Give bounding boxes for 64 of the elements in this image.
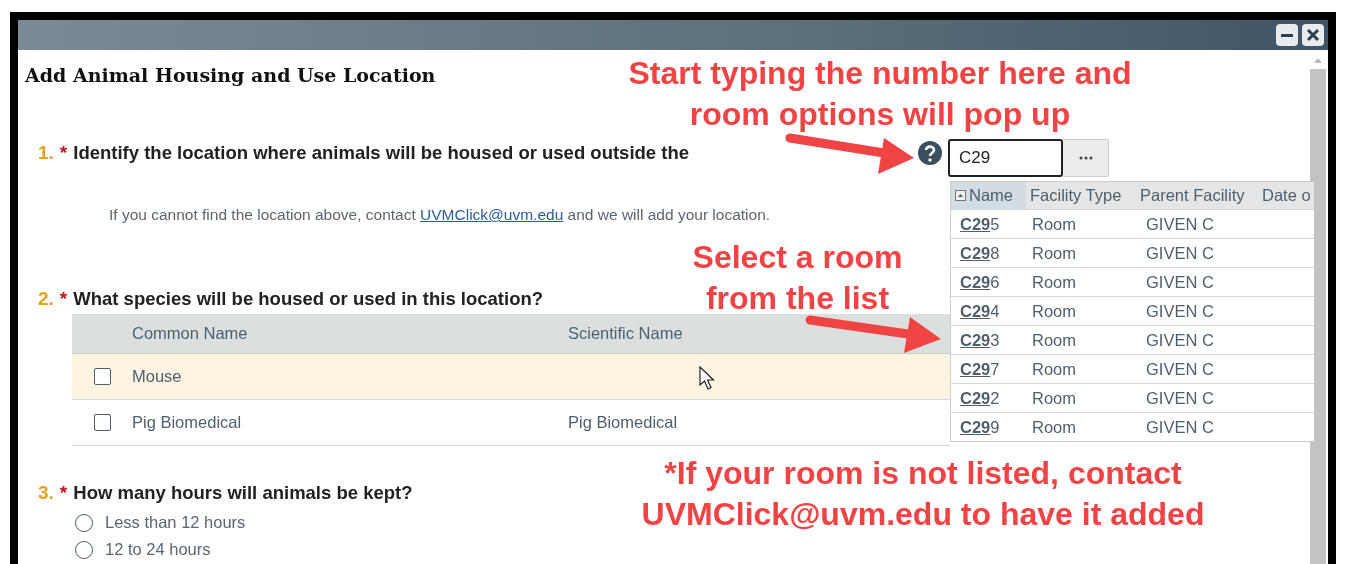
column-header: Common Name: [132, 324, 248, 343]
table-cell-text: GIVEN C: [1145, 359, 1215, 379]
table-cell-text: GIVEN C: [1145, 214, 1215, 234]
table-cell-text: GIVEN C: [1145, 272, 1215, 292]
required-mark: *: [59, 482, 68, 504]
column-header: Scientific Name: [568, 324, 683, 343]
table-cell-text: GIVEN C: [1145, 330, 1215, 350]
checkbox[interactable]: [94, 368, 111, 385]
column-label: Name: [969, 186, 1013, 205]
option-label: 12 to 24 hours: [105, 540, 211, 559]
room-link[interactable]: C292: [951, 388, 1026, 408]
room-link[interactable]: C299: [951, 417, 1026, 437]
email-link[interactable]: UVMClick@uvm.edu: [420, 206, 564, 223]
dialog-heading: Add Animal Housing and Use Location: [25, 64, 436, 88]
radio-button[interactable]: [75, 540, 93, 559]
table-cell-text: Room: [1031, 301, 1077, 321]
room-link[interactable]: C294: [951, 301, 1026, 321]
mouse-pointer-icon: [699, 366, 717, 392]
room-link[interactable]: C295: [951, 214, 1026, 234]
annotation-text: Select a room from the list: [691, 238, 904, 318]
table-cell-text: Room: [1031, 243, 1077, 263]
radio-button[interactable]: [75, 513, 93, 532]
table-cell: Mouse: [132, 367, 182, 386]
question-number: 3.: [38, 482, 54, 504]
option-label: Less than 12 hours: [105, 513, 246, 532]
table-cell-text: Room: [1031, 359, 1077, 379]
column-header[interactable]: Name: [951, 182, 1026, 209]
sort-icon: [955, 190, 966, 201]
table-cell-text: GIVEN C: [1145, 301, 1215, 321]
table-cell: Pig Biomedical: [568, 413, 678, 432]
ellipsis-icon: [1078, 156, 1093, 160]
question-text: Identify the location where animals will be housed or used outside the: [73, 142, 689, 164]
table-cell: Pig Biomedical: [132, 413, 242, 432]
question-text: How many hours will animals be kept?: [73, 482, 413, 504]
help-icon[interactable]: [917, 140, 943, 166]
annotation-text: Start typing the number here and room options will pop up: [627, 54, 1133, 134]
room-link[interactable]: C297: [951, 359, 1026, 379]
question-text: What species will be housed or used in this location?: [73, 288, 544, 310]
column-header[interactable]: Facility Type: [1026, 186, 1136, 205]
question-number: 2.: [38, 288, 54, 310]
column-header[interactable]: Parent Facility: [1136, 186, 1258, 205]
close-icon: [1306, 28, 1320, 42]
room-link[interactable]: C298: [951, 243, 1026, 263]
table-row[interactable]: Mouse: [72, 354, 950, 400]
room-link[interactable]: C296: [951, 272, 1026, 292]
table-cell-text: GIVEN C: [1145, 417, 1215, 437]
table-cell-text: GIVEN C: [1145, 388, 1215, 408]
table-row[interactable]: Pig Biomedical Pig Biomedical: [72, 400, 950, 446]
annotation-text: *If your room is not listed, contact UVMClick@uvm.edu to have it added: [640, 454, 1206, 534]
minimize-button[interactable]: [1276, 24, 1298, 46]
table-cell-text: Room: [1031, 417, 1077, 437]
question-number: 1.: [38, 142, 54, 164]
table-cell-text: Room: [1031, 330, 1077, 350]
column-header[interactable]: Date o: [1258, 186, 1311, 205]
room-link[interactable]: C293: [951, 330, 1026, 350]
table-cell-text: Room: [1031, 272, 1077, 292]
table-cell-text: GIVEN C: [1145, 243, 1215, 263]
table-cell-text: Room: [1031, 388, 1077, 408]
table-cell-text: Room: [1031, 214, 1077, 234]
required-mark: *: [59, 142, 68, 164]
location-input[interactable]: C29: [948, 139, 1063, 177]
checkbox[interactable]: [94, 414, 111, 431]
required-mark: *: [59, 288, 68, 310]
close-button[interactable]: [1302, 24, 1324, 46]
